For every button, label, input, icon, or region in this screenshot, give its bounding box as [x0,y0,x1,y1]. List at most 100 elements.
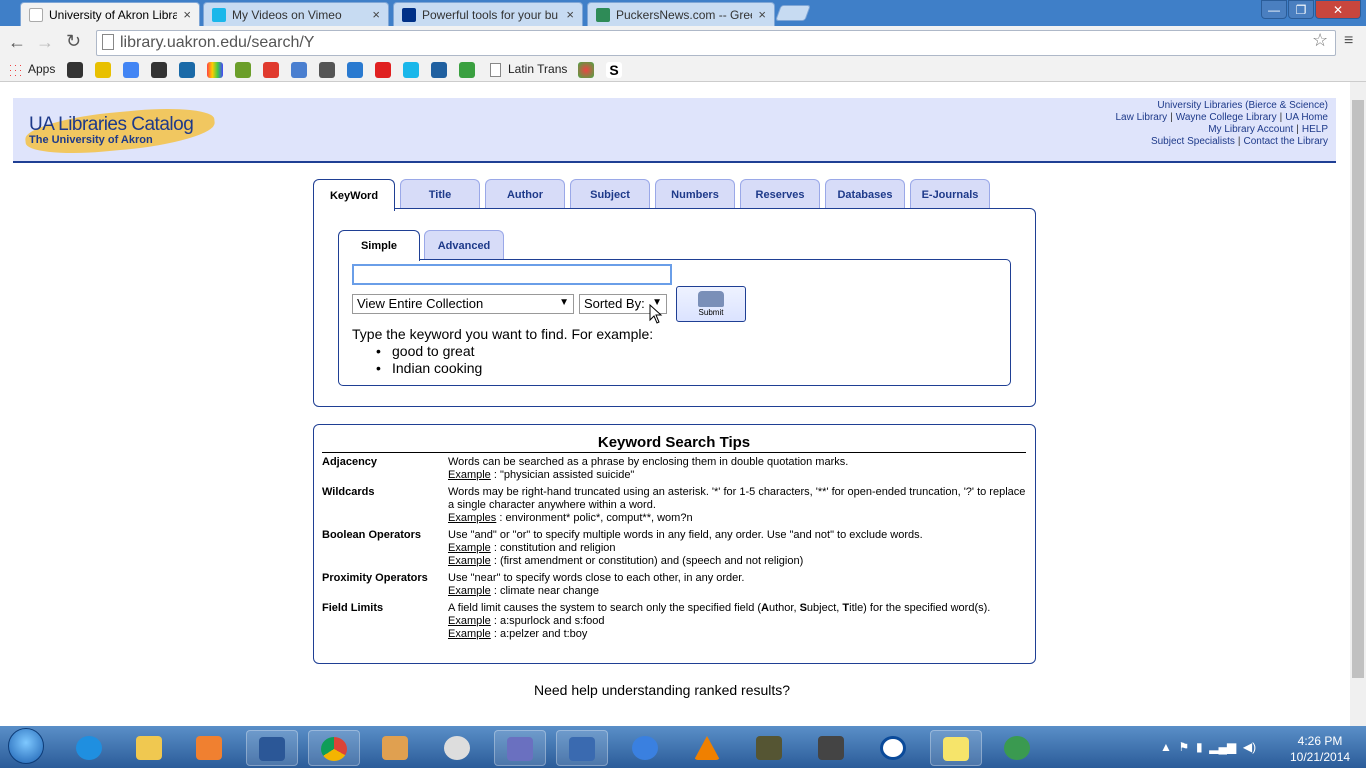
bookmark-icon[interactable] [459,62,475,78]
submit-icon [698,291,724,307]
bookmark-icon[interactable] [263,62,279,78]
bookmark-icon[interactable] [319,62,335,78]
taskbar-app[interactable] [556,730,608,766]
tab-simple[interactable]: Simple [338,230,420,261]
bookmark-latin-trans[interactable]: Latin Trans [508,62,567,76]
tab-advanced[interactable]: Advanced [424,230,504,260]
dropdown-arrow-icon: ▼ [559,297,569,308]
catalog-header: UA Libraries Catalog The University of A… [13,98,1336,163]
paypal-favicon-icon [402,7,416,22]
taskbar-vlc[interactable] [682,730,734,766]
taskbar-app[interactable] [432,730,484,766]
bookmark-icon[interactable] [578,62,594,78]
tips-title: Keyword Search Tips [322,434,1026,453]
taskbar-app[interactable] [744,730,796,766]
link-contact[interactable]: Contact the Library [1244,136,1329,147]
taskbar-clock[interactable]: 4:26 PM 10/21/2014 [1290,733,1350,765]
link-ua-home[interactable]: UA Home [1285,112,1328,123]
bookmark-apps[interactable]: Apps [28,62,55,76]
link-wayne-college[interactable]: Wayne College Library [1176,112,1277,123]
close-tab-icon[interactable]: × [183,7,191,22]
bookmark-icon[interactable] [95,62,111,78]
taskbar-app[interactable] [868,730,920,766]
start-button[interactable] [8,728,44,764]
bookmark-icon[interactable] [151,62,167,78]
new-tab-button[interactable] [775,5,811,21]
browser-tab-vimeo[interactable]: My Videos on Vimeo × [203,2,389,26]
bookmark-icon[interactable] [291,62,307,78]
bookmark-icon[interactable] [347,62,363,78]
reload-icon[interactable]: ↻ [66,31,81,52]
youtube-bookmark-icon[interactable] [375,62,391,78]
browser-tab-strip: University of Akron Librari × My Videos … [0,0,1366,26]
link-help[interactable]: HELP [1302,124,1328,135]
close-tab-icon[interactable]: × [566,7,574,22]
link-my-account[interactable]: My Library Account [1208,124,1293,135]
taskbar-app[interactable] [806,730,858,766]
taskbar-chrome[interactable] [308,730,360,766]
tab-title[interactable]: Title [400,179,480,209]
apps-grid-icon[interactable] [8,63,22,77]
tab-keyword[interactable]: KeyWord [313,179,395,211]
browser-tab-paypal[interactable]: Powerful tools for your bu × [393,2,583,26]
close-tab-icon[interactable]: × [758,7,766,22]
taskbar-word[interactable] [246,730,298,766]
catalog-logo-title[interactable]: UA Libraries Catalog [29,114,194,136]
mouse-cursor-icon [649,304,663,324]
tab-subject[interactable]: Subject [570,179,650,209]
taskbar-explorer[interactable] [124,730,176,766]
vimeo-bookmark-icon[interactable] [403,62,419,78]
submit-button[interactable]: Submit [676,286,746,322]
taskbar-app[interactable] [992,730,1044,766]
back-icon[interactable]: ← [8,32,26,53]
tab-e-journals[interactable]: E-Journals [910,179,990,209]
taskbar-app[interactable] [494,730,546,766]
forward-icon[interactable]: → [36,32,54,53]
sticky-notes-icon [943,737,969,761]
address-bar-url[interactable]: library.uakron.edu/search/Y [120,34,314,52]
app-icon [880,736,906,760]
maximize-button[interactable]: ❐ [1288,0,1314,19]
bookmark-icon[interactable] [431,62,447,78]
film-icon [569,737,595,761]
browser-tab-puckersnews[interactable]: PuckersNews.com -- Gree × [587,2,775,26]
bookmark-s-icon[interactable]: S [606,62,622,78]
page-viewport: UA Libraries Catalog The University of A… [0,82,1350,726]
bookmark-icon[interactable] [67,62,83,78]
close-tab-icon[interactable]: × [372,7,380,22]
bookmark-icon[interactable] [179,62,195,78]
tab-reserves[interactable]: Reserves [740,179,820,209]
collection-select[interactable]: View Entire Collection ▼ [352,294,574,314]
close-window-button[interactable]: ✕ [1315,0,1361,19]
globe-icon [1004,736,1030,760]
tab-databases[interactable]: Databases [825,179,905,209]
taskbar-media-player[interactable] [184,730,236,766]
taskbar-app[interactable] [370,730,422,766]
tab-numbers[interactable]: Numbers [655,179,735,209]
ranked-results-help-link[interactable]: Need help understanding ranked results? [534,682,790,698]
taskbar-app[interactable] [620,730,672,766]
internet-explorer-icon [76,736,102,760]
scrollbar-thumb[interactable] [1352,100,1364,678]
chrome-menu-icon[interactable]: ≡ [1344,32,1353,50]
bookmark-icon[interactable] [123,62,139,78]
keyword-search-input[interactable] [352,264,672,285]
bookmarks-bar [0,58,1366,82]
link-subject-specialists[interactable]: Subject Specialists [1151,136,1235,147]
bookmark-icon[interactable] [207,62,223,78]
taskbar-app[interactable] [930,730,982,766]
taskbar-ie[interactable] [64,730,116,766]
link-university-libraries[interactable]: University Libraries (Bierce & Science) [1157,100,1328,111]
minimize-button[interactable]: — [1261,0,1287,19]
page-icon [490,63,501,77]
bookmark-star-icon[interactable]: ☆ [1312,30,1328,51]
bookmark-icon[interactable] [235,62,251,78]
system-tray-icons[interactable]: ▲ ⚑ ▮ ▂▄▆ ◀) [1160,740,1256,754]
header-links: University Libraries (Bierce & Science) … [1115,100,1329,147]
tab-author[interactable]: Author [485,179,565,209]
browser-tab-akron[interactable]: University of Akron Librari × [20,2,200,26]
folder-icon [136,736,162,760]
app-icon [818,736,844,760]
search-hint: Type the keyword you want to find. For e… [352,326,654,342]
link-law-library[interactable]: Law Library [1115,112,1167,123]
